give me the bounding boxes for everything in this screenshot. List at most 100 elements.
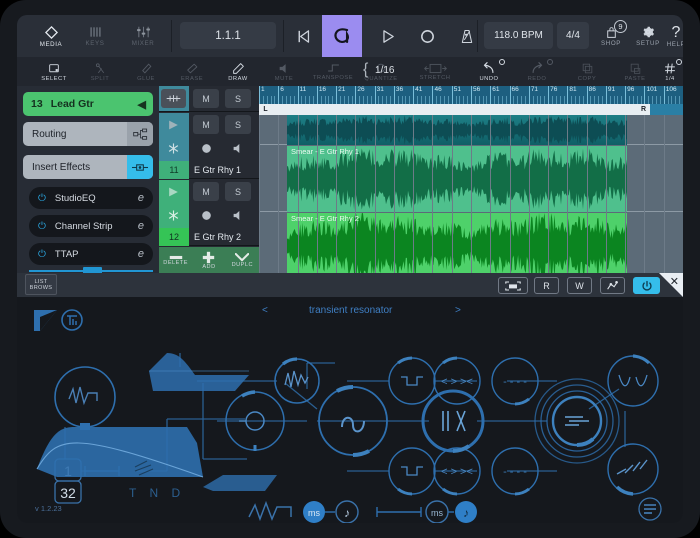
edit-icon[interactable]: e: [138, 220, 144, 232]
toolbar-button-mixer[interactable]: MIXER: [121, 17, 165, 55]
tool-paste[interactable]: PASTE: [611, 57, 659, 86]
arrange-area[interactable]: 1 6 11 16 21 26 31 36 41 46 51 56 61 66 71 76 81 86 91 96 10…: [259, 86, 683, 283]
mix-knob[interactable]: [421, 389, 485, 453]
drive-knob-bottom[interactable]: [607, 443, 659, 496]
track-play-arrow-12[interactable]: [161, 182, 186, 201]
tool-stretch[interactable]: STRETCH: [407, 57, 463, 86]
tool-split[interactable]: SPLIT: [77, 57, 123, 86]
preset-name[interactable]: transient resonator: [309, 305, 392, 316]
setup-button[interactable]: SETUP: [629, 17, 667, 55]
noise-knob[interactable]: [274, 357, 320, 404]
tool-redo[interactable]: REDO: [513, 57, 561, 86]
delete-track-button[interactable]: DELETE: [159, 247, 192, 273]
ruler-bar-number: 81: [569, 86, 577, 93]
track-row-11[interactable]: M S 11 E Gtr Rhy 1: [159, 113, 259, 179]
sync-length-slider[interactable]: [376, 507, 422, 517]
play-button[interactable]: [369, 20, 405, 52]
record-arm-button-11[interactable]: [193, 139, 219, 158]
add-track-button[interactable]: ADD: [192, 247, 225, 273]
decay-envelope-display[interactable]: [36, 427, 204, 478]
attack-envelope-display[interactable]: [149, 353, 249, 391]
track-freeze-button[interactable]: [161, 139, 186, 158]
solo-button-12[interactable]: S: [225, 182, 251, 201]
insert-slot-studioeq[interactable]: ⏻ StudioEQ e: [29, 187, 153, 209]
help-button[interactable]: ? HELP: [667, 17, 683, 55]
plugin-automation-button[interactable]: [600, 277, 625, 294]
metronome-button[interactable]: [449, 20, 485, 52]
plugin-fullscreen-button[interactable]: [498, 277, 528, 294]
monitor-button-11[interactable]: [225, 139, 251, 158]
right-locator[interactable]: R: [637, 104, 650, 115]
track-row-12[interactable]: M S 12 E Gtr Rhy 2: [159, 180, 259, 246]
inspector-track-header[interactable]: 13 Lead Gtr ◀: [23, 92, 153, 116]
edit-icon[interactable]: e: [138, 248, 144, 260]
inspector-inserts-row[interactable]: Insert Effects: [23, 155, 153, 179]
tool-select[interactable]: SELECT: [31, 57, 77, 86]
list-browse-button[interactable]: LIST BROWS: [25, 274, 57, 295]
power-icon[interactable]: ⏻: [38, 193, 46, 204]
timesig-display[interactable]: 4/4: [557, 22, 589, 49]
mute-button-11[interactable]: M: [193, 115, 219, 134]
toolbar-button-media[interactable]: MEDIA: [31, 17, 71, 55]
toolbar-button-keys[interactable]: KEYS: [75, 17, 115, 55]
mute-button-12[interactable]: M: [193, 182, 219, 201]
track-freeze-button-12[interactable]: [161, 206, 186, 225]
insert-slot-channelstrip[interactable]: ⏻ Channel Strip e: [29, 215, 153, 237]
inspector-routing-row[interactable]: Routing: [23, 122, 153, 146]
rewind-to-start-button[interactable]: [285, 20, 321, 52]
collapse-arrow-icon[interactable]: ◀: [138, 98, 146, 111]
cycle-button[interactable]: [322, 15, 362, 57]
tool-copy[interactable]: COPY: [563, 57, 611, 86]
smooth-knob-bottom[interactable]: [388, 447, 436, 496]
track-row-top[interactable]: M S: [159, 86, 259, 112]
tool-draw[interactable]: DRAW: [215, 57, 261, 86]
inserts-icon[interactable]: [127, 155, 153, 179]
ruler-tick: [409, 96, 411, 104]
plugin-read-button[interactable]: R: [534, 277, 559, 294]
plugin-power-button[interactable]: [633, 277, 660, 294]
monitor-button-12[interactable]: [225, 206, 251, 225]
plugin-menu-icon[interactable]: [638, 497, 662, 521]
time-unit-toggle-1[interactable]: ms ♪: [303, 500, 359, 523]
preset-next-button[interactable]: >: [455, 305, 461, 316]
plugin-signal-graph[interactable]: 1 32 T N D: [17, 319, 683, 523]
tool-grid[interactable]: 1/4: [657, 57, 683, 86]
mute-button-top[interactable]: M: [193, 89, 219, 108]
power-icon[interactable]: ⏻: [38, 221, 46, 232]
tool-undo[interactable]: UNDO: [465, 57, 513, 86]
routing-icon[interactable]: [127, 122, 153, 146]
plugin-write-button[interactable]: W: [567, 277, 592, 294]
position-display[interactable]: 1.1.1: [180, 22, 276, 49]
lower-envelope-display[interactable]: [203, 475, 277, 491]
time-unit-toggle-2[interactable]: ms ♪: [425, 500, 477, 523]
locator-bar[interactable]: [259, 104, 683, 115]
tool-glue[interactable]: GLUE: [123, 57, 169, 86]
tool-erase[interactable]: ERASE: [169, 57, 215, 86]
record-arm-button-12[interactable]: [193, 206, 219, 225]
track-insert-button[interactable]: [161, 89, 186, 108]
track-play-arrow[interactable]: [161, 115, 186, 134]
tool-transpose[interactable]: TRANSPOSE: [307, 57, 359, 86]
lfo-shape-knob[interactable]: [54, 366, 116, 430]
tempo-display[interactable]: 118.0 BPM: [484, 22, 553, 49]
clip-top[interactable]: [287, 115, 627, 145]
left-locator[interactable]: L: [259, 104, 272, 115]
preset-prev-button[interactable]: <: [262, 305, 268, 316]
locator-range[interactable]: [272, 104, 637, 115]
grid-line: [644, 115, 646, 283]
solo-button-11[interactable]: S: [225, 115, 251, 134]
insert-slot-ttap[interactable]: ⏻ TTAP e: [29, 243, 153, 265]
smooth-knob-top[interactable]: [388, 356, 436, 405]
filter-knob-top[interactable]: [607, 354, 659, 407]
clip-smear-1[interactable]: Smear - E Gtr Rhy 1: [287, 146, 627, 212]
duplicate-track-button[interactable]: DUPLC: [226, 247, 259, 273]
resonance-knob[interactable]: [534, 378, 620, 464]
power-icon[interactable]: ⏻: [38, 249, 46, 260]
plugin-close-button[interactable]: ✕: [670, 275, 679, 288]
record-button[interactable]: [409, 20, 445, 52]
timeline-ruler[interactable]: 1 6 11 16 21 26 31 36 41 46 51 56 61 66 71 76 81 86 91 96 10…: [259, 86, 683, 104]
edit-icon[interactable]: e: [138, 192, 144, 204]
solo-button-top[interactable]: S: [225, 89, 251, 108]
tool-mute[interactable]: MUTE: [261, 57, 307, 86]
clip-smear-2[interactable]: Smear - E Gtr Rhy 2: [287, 213, 627, 279]
